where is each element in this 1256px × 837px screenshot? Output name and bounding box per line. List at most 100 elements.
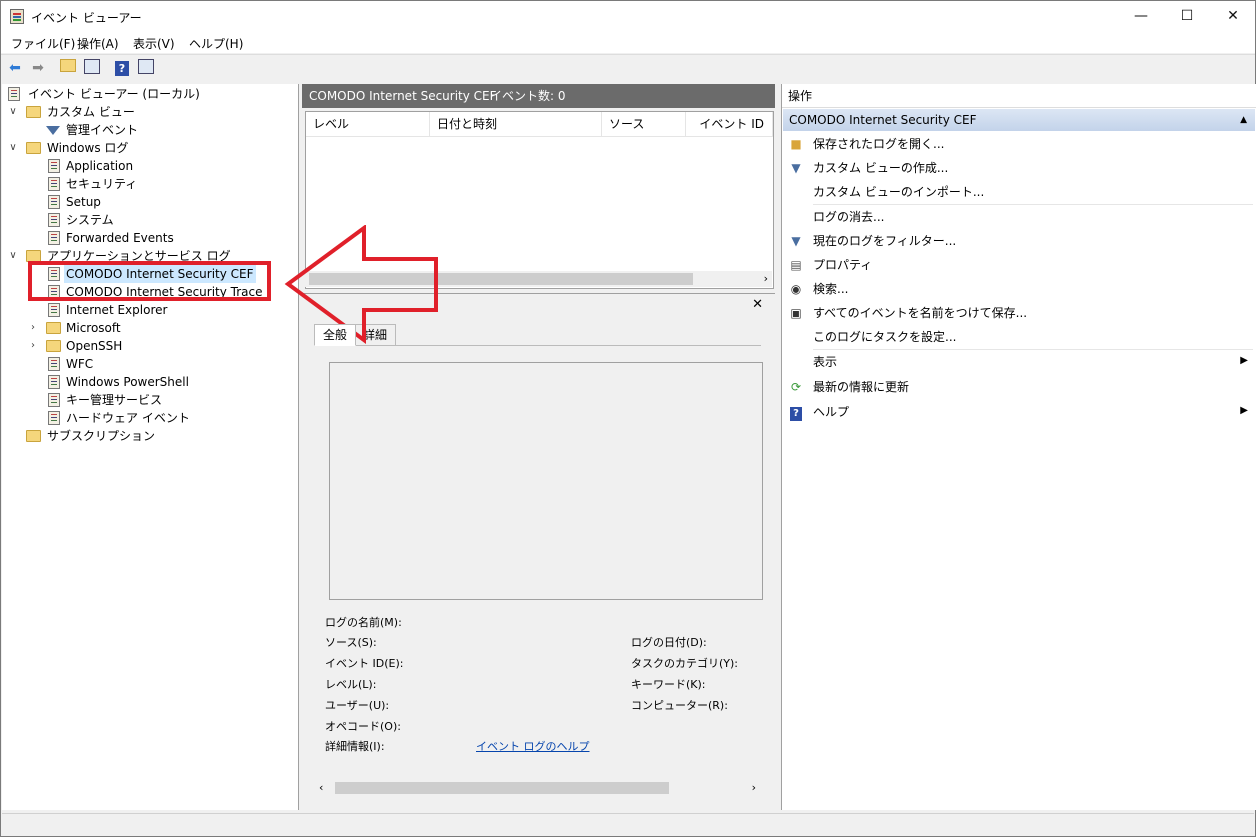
menu-view[interactable]: 表示(V): [133, 35, 175, 52]
filter-icon: ▼: [791, 161, 801, 175]
save-icon: ▣: [790, 306, 802, 320]
action-refresh[interactable]: 最新の情報に更新: [813, 376, 909, 398]
column-event-id[interactable]: イベント ID: [686, 112, 773, 136]
log-icon: [48, 357, 60, 371]
event-viewer-window: イベント ビューアー — ☐ ✕ ファイル(F) 操作(A) 表示(V) ヘルプ…: [0, 0, 1256, 837]
log-icon: [48, 393, 60, 407]
event-log-help-link[interactable]: イベント ログのヘルプ: [476, 738, 590, 754]
event-viewer-icon: [8, 87, 20, 101]
show-hide-action-icon[interactable]: [137, 59, 155, 77]
log-icon: [48, 177, 60, 191]
tree-item-label: Forwarded Events: [66, 231, 174, 245]
filter-icon: [46, 126, 60, 135]
detail-scrollbar[interactable]: ‹ ›: [317, 780, 760, 796]
folder-up-icon[interactable]: [59, 59, 77, 77]
chevron-down-icon[interactable]: ∨: [8, 103, 18, 121]
navigation-tree: イベント ビューアー (ローカル) ∨ カスタム ビュー 管理イベント ∨ Wi…: [2, 84, 299, 810]
properties-icon: ▤: [790, 258, 802, 272]
menu-help[interactable]: ヘルプ(H): [189, 35, 243, 52]
open-folder-icon: ■: [790, 137, 802, 151]
action-find[interactable]: 検索...: [813, 278, 848, 300]
field-user: ユーザー(U):: [325, 699, 390, 712]
scroll-left-icon[interactable]: ‹: [319, 780, 323, 796]
scrollbar-thumb[interactable]: [335, 782, 669, 794]
actions-title: 操作: [782, 84, 1256, 108]
log-icon: [48, 303, 60, 317]
log-icon: [48, 213, 60, 227]
menu-action[interactable]: 操作(A): [77, 35, 119, 52]
tree-custom-view-label: カスタム ビュー: [47, 105, 135, 119]
action-properties[interactable]: プロパティ: [813, 254, 872, 276]
tree-item-label: Microsoft: [66, 321, 121, 335]
column-level[interactable]: レベル: [306, 112, 430, 136]
event-description-box[interactable]: [329, 362, 763, 600]
field-more-info: 詳細情報(I):: [325, 740, 385, 753]
log-icon: [48, 231, 60, 245]
submenu-arrow-icon: ▶: [1240, 355, 1248, 366]
action-clear-log[interactable]: ログの消去...: [813, 206, 884, 228]
action-help[interactable]: ヘルプ: [813, 401, 849, 423]
tree-item-label: Application: [66, 159, 134, 173]
windows-logs-icon: [26, 142, 41, 154]
tree-subscriptions-label: サブスクリプション: [47, 429, 156, 443]
folder-icon: [46, 322, 61, 334]
help-icon: ?: [789, 405, 803, 421]
action-view[interactable]: 表示: [813, 351, 837, 373]
event-count: イベント数: 0: [490, 89, 566, 103]
status-bar: [2, 813, 1254, 836]
action-import-custom-view[interactable]: カスタム ビューのインポート...: [813, 181, 984, 203]
back-arrow-icon[interactable]: ⬅: [6, 59, 24, 77]
tree-admin-events-label: 管理イベント: [66, 123, 139, 137]
filter-icon: ▼: [791, 234, 801, 248]
tree-root-label: イベント ビューアー (ローカル): [28, 87, 200, 101]
subscription-icon: [26, 430, 41, 442]
tree-item-label: セキュリティ: [66, 177, 138, 191]
header-divider: [306, 136, 773, 137]
log-icon: [48, 159, 60, 173]
field-event-id: イベント ID(E):: [325, 657, 404, 670]
field-computer: コンピューター(R):: [631, 699, 728, 712]
separator: [813, 204, 1253, 205]
help-icon[interactable]: ?: [113, 59, 131, 77]
chevron-down-icon[interactable]: ∨: [8, 247, 18, 265]
collapse-up-icon[interactable]: ▲: [1240, 109, 1247, 131]
chevron-right-icon[interactable]: ›: [28, 319, 38, 337]
forward-arrow-icon[interactable]: ➡: [29, 59, 47, 77]
tab-general[interactable]: 全般: [314, 324, 357, 346]
binoculars-icon: ◉: [790, 282, 802, 296]
field-opcode: オペコード(O):: [325, 720, 401, 733]
scroll-right-icon[interactable]: ›: [764, 271, 768, 287]
action-open-saved-log[interactable]: 保存されたログを開く...: [813, 133, 944, 155]
menu-file[interactable]: ファイル(F): [11, 35, 75, 52]
folder-icon: [46, 340, 61, 352]
field-logged: ログの日付(D):: [631, 636, 707, 649]
column-source[interactable]: ソース: [602, 112, 686, 136]
column-date-time[interactable]: 日付と時刻: [430, 112, 602, 136]
highlight-box: [28, 261, 271, 301]
action-save-all-events[interactable]: すべてのイベントを名前をつけて保存...: [813, 302, 1027, 324]
annotation-arrow: [284, 225, 438, 344]
separator: [813, 349, 1253, 350]
actions-section-header[interactable]: COMODO Internet Security CEF ▲: [783, 109, 1255, 131]
field-source: ソース(S):: [325, 636, 377, 649]
event-detail-pane: ✕ 全般 詳細 ログの名前(M): ソース(S): イベント ID(E): レベ…: [302, 293, 775, 810]
tree-item-label: ハードウェア イベント: [66, 411, 190, 425]
refresh-icon: ⟳: [790, 380, 802, 394]
action-create-custom-view[interactable]: カスタム ビューの作成...: [813, 157, 948, 179]
field-log-name: ログの名前(M):: [325, 616, 402, 629]
field-keywords: キーワード(K):: [631, 678, 706, 691]
chevron-right-icon[interactable]: ›: [28, 337, 38, 355]
field-level: レベル(L):: [325, 678, 377, 691]
scroll-right-icon[interactable]: ›: [752, 780, 756, 796]
minimize-button[interactable]: —: [1118, 1, 1164, 32]
show-hide-tree-icon[interactable]: [83, 59, 101, 77]
maximize-button[interactable]: ☐: [1164, 1, 1210, 32]
toolbar: ⬅ ➡ ?: [1, 54, 1255, 82]
action-attach-task[interactable]: このログにタスクを設定...: [813, 326, 956, 348]
close-button[interactable]: ✕: [1210, 1, 1256, 32]
close-detail-icon[interactable]: ✕: [752, 297, 763, 312]
action-filter-current-log[interactable]: 現在のログをフィルター...: [813, 230, 956, 252]
chevron-down-icon[interactable]: ∨: [8, 139, 18, 157]
actions-section-label: COMODO Internet Security CEF: [789, 113, 977, 127]
event-viewer-app-icon: [10, 9, 24, 24]
